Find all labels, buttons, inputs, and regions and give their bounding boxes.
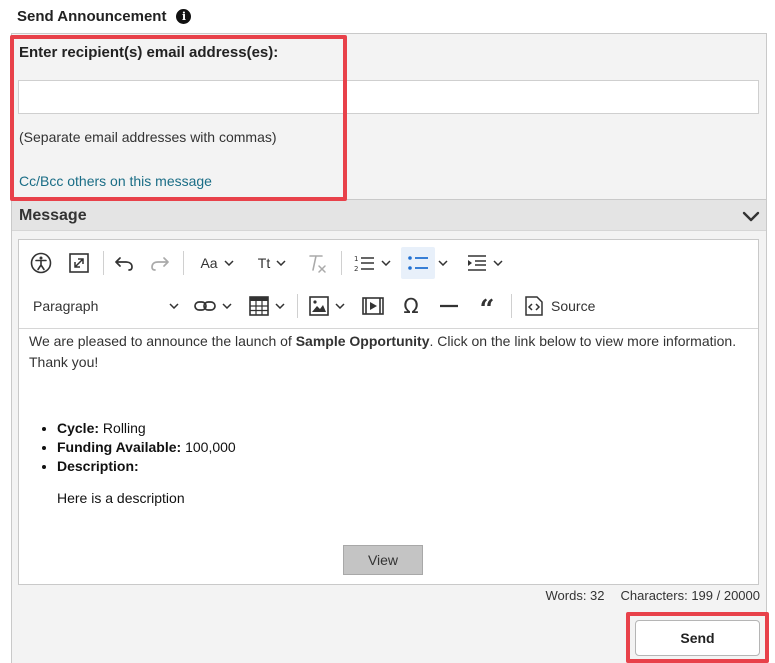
chevron-down-icon [493,260,503,266]
paragraph-format-label: Paragraph [33,298,99,314]
send-button[interactable]: Send [635,620,760,656]
opportunity-name: Sample Opportunity [295,333,430,349]
recipient-helper-text: (Separate email addresses with commas) [19,129,277,145]
undo-icon [115,257,133,271]
chevron-down-icon [276,260,286,266]
list-item: Cycle: Rolling [57,419,236,438]
chevron-down-icon [275,303,285,309]
fullscreen-button[interactable] [65,249,93,277]
chevron-down-icon [381,260,391,266]
undo-button[interactable] [111,249,137,277]
message-editor: Aa Tt 12 Paragraph Ω “ Source We are ple… [18,239,759,585]
image-icon [309,296,329,316]
intro-paragraph: We are pleased to announce the launch of… [29,333,737,370]
fullscreen-icon [69,253,89,273]
bulleted-list-dropdown[interactable] [435,249,451,277]
table-icon [249,296,269,316]
redo-icon [151,257,169,271]
font-family-icon: Aa [200,255,218,271]
chevron-down-icon[interactable] [741,206,761,226]
chevron-down-icon [169,303,179,309]
svg-text:2: 2 [354,265,358,273]
numbered-list-button[interactable]: 12 [349,249,395,277]
font-size-icon: Tt [257,255,271,271]
recipient-email-input[interactable] [18,80,759,114]
list-item: Description: [57,457,236,476]
link-icon [194,301,216,311]
special-character-icon: Ω [403,296,418,316]
redo-button[interactable] [147,249,173,277]
svg-text:“: “ [480,296,495,316]
horizontal-line-icon [440,304,458,308]
blockquote-icon: “ [480,296,495,316]
page-title: Send Announcement [17,7,167,25]
indent-icon [468,255,486,271]
bulleted-list-icon [408,256,428,270]
word-character-count: Words: 32 Characters: 199 / 20000 [400,588,761,603]
editor-toolbar: Aa Tt 12 Paragraph Ω “ Source [19,240,758,329]
svg-text:1: 1 [354,255,358,263]
indent-button[interactable] [461,249,507,277]
remove-format-icon [309,255,326,273]
cc-bcc-link[interactable]: Cc/Bcc others on this message [19,173,212,189]
link-button[interactable] [191,292,235,320]
view-button[interactable]: View [343,545,423,575]
media-icon [362,297,384,315]
message-section-header[interactable]: Message [12,199,766,231]
source-button[interactable]: Source [523,292,605,320]
page-header: Send Announcement i [17,6,192,26]
description-text: Here is a description [57,490,185,506]
special-character-button[interactable]: Ω [397,292,425,320]
message-section-label: Message [19,207,87,224]
chevron-down-icon [438,260,448,266]
details-list: Cycle: Rolling Funding Available: 100,00… [29,419,236,476]
paragraph-format-select[interactable]: Paragraph [29,292,179,320]
chevron-down-icon [224,260,234,266]
word-count: Words: 32 [545,588,605,603]
editor-content[interactable]: We are pleased to announce the launch of… [29,331,749,506]
table-button[interactable] [245,292,289,320]
horizontal-line-button[interactable] [435,292,463,320]
blockquote-button[interactable]: “ [473,292,501,320]
font-family-button[interactable]: Aa [195,249,239,277]
media-button[interactable] [359,292,387,320]
recipient-label: Enter recipient(s) email address(es): [19,44,279,61]
source-icon [525,296,543,316]
source-label: Source [551,298,596,314]
accessibility-button[interactable] [27,249,55,277]
numbered-list-icon: 12 [354,255,374,273]
image-button[interactable] [305,292,349,320]
info-icon[interactable]: i [176,8,192,24]
remove-format-button[interactable] [303,249,331,277]
svg-text:Ω: Ω [403,296,418,316]
chevron-down-icon [222,303,232,309]
chevron-down-icon [335,303,345,309]
bulleted-list-button[interactable] [401,247,435,279]
list-item: Funding Available: 100,000 [57,438,236,457]
font-size-button[interactable]: Tt [251,249,293,277]
accessibility-icon [30,252,52,274]
character-count: Characters: 199 / 20000 [620,588,760,603]
